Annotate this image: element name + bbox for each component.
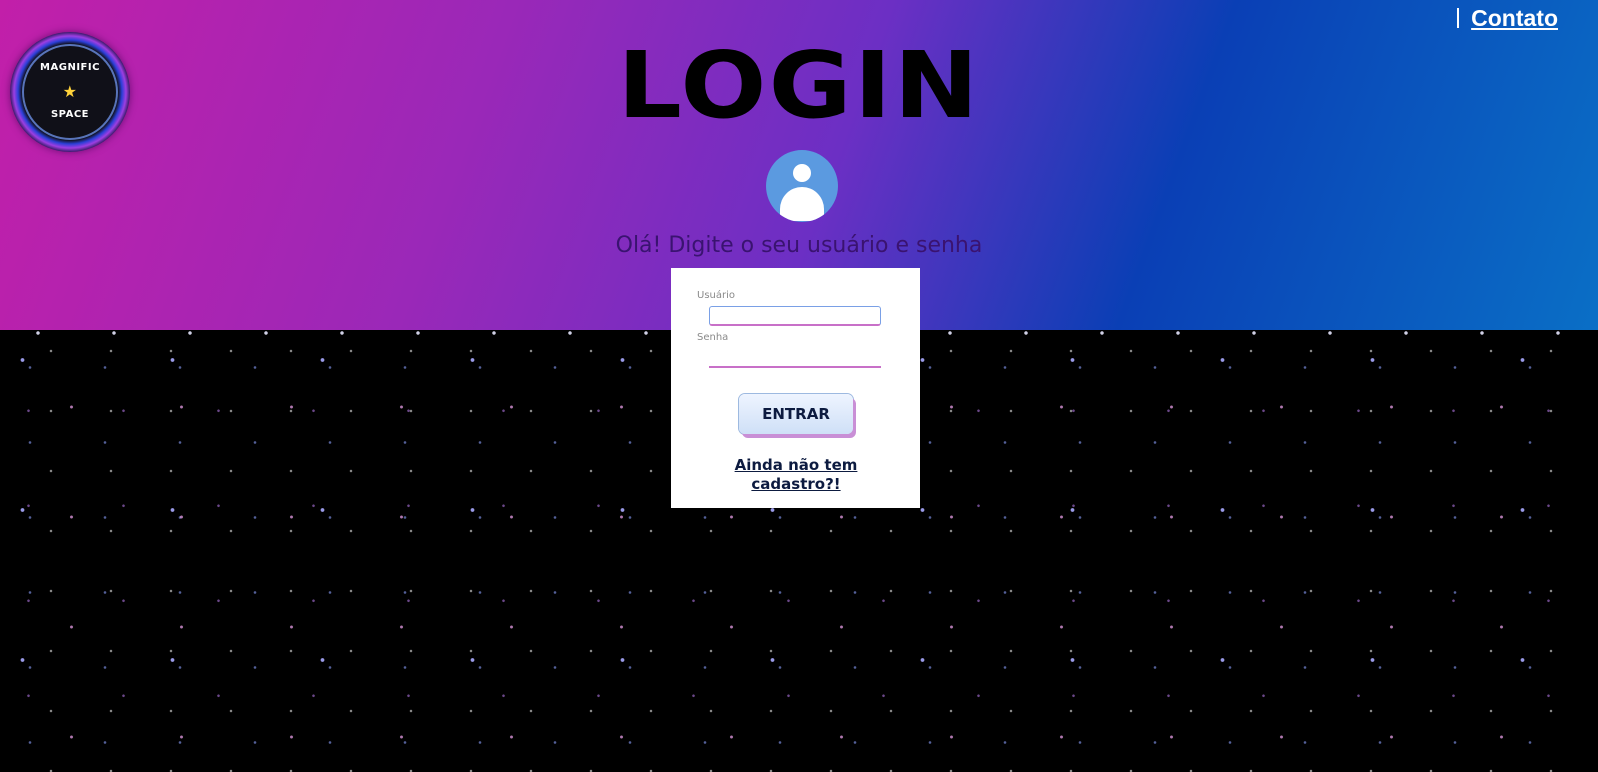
nav-separator xyxy=(1457,8,1460,28)
contact-link[interactable]: Contato xyxy=(1471,5,1558,32)
username-label: Usuário xyxy=(697,290,736,301)
login-page: MAGNIFIC ★ SPACE Contato LOGIN Olá! Digi… xyxy=(0,0,1598,772)
password-input[interactable] xyxy=(709,348,881,368)
password-label: Senha xyxy=(697,332,729,343)
page-title: LOGIN xyxy=(617,32,981,139)
register-link[interactable]: Ainda não tem cadastro?! xyxy=(711,456,881,494)
username-input[interactable] xyxy=(709,306,881,326)
top-nav: Contato xyxy=(1457,4,1558,32)
avatar-head xyxy=(793,164,811,182)
avatar-body xyxy=(780,187,824,221)
greeting-text: Olá! Digite o seu usuário e senha xyxy=(615,233,983,258)
login-form: Usuário Senha ENTRAR Ainda não tem cadas… xyxy=(671,268,920,508)
login-button[interactable]: ENTRAR xyxy=(739,394,853,434)
user-avatar-icon xyxy=(766,150,838,222)
